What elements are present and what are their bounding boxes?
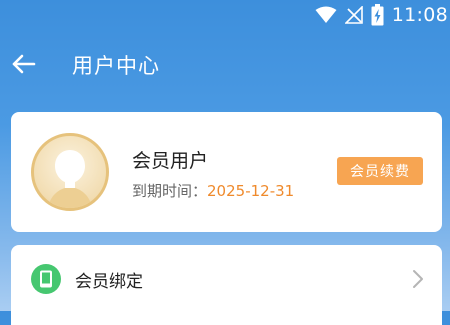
title-bar: 用户中心 xyxy=(0,44,450,84)
menu-icon-circle xyxy=(31,264,61,294)
status-bar: 11:08 xyxy=(0,0,450,30)
page-title: 用户中心 xyxy=(72,54,160,78)
status-time: 11:08 xyxy=(391,4,448,26)
arrow-left-icon xyxy=(12,54,36,74)
back-button[interactable] xyxy=(8,48,40,80)
renew-membership-button[interactable]: 会员续费 xyxy=(337,157,423,185)
status-icons: 11:08 xyxy=(315,3,448,27)
expiry-label: 到期时间： xyxy=(132,182,208,200)
profile-card: 会员用户 到期时间：2025-12-31 会员续费 xyxy=(11,112,442,232)
menu-item-label: 会员绑定 xyxy=(75,272,143,292)
user-name: 会员用户 xyxy=(132,150,209,172)
phone-icon xyxy=(40,270,52,288)
menu-card: 会员绑定 xyxy=(11,245,442,325)
no-signal-icon xyxy=(344,6,363,24)
wifi-icon xyxy=(315,6,337,24)
avatar[interactable] xyxy=(31,133,109,211)
chevron-right-icon xyxy=(413,270,423,288)
menu-item-bind-membership[interactable]: 会员绑定 xyxy=(11,245,442,315)
user-avatar-icon xyxy=(48,150,92,208)
expiry-info: 到期时间：2025-12-31 xyxy=(132,180,294,201)
expiry-date: 2025-12-31 xyxy=(207,182,295,200)
battery-charging-icon xyxy=(371,4,384,26)
